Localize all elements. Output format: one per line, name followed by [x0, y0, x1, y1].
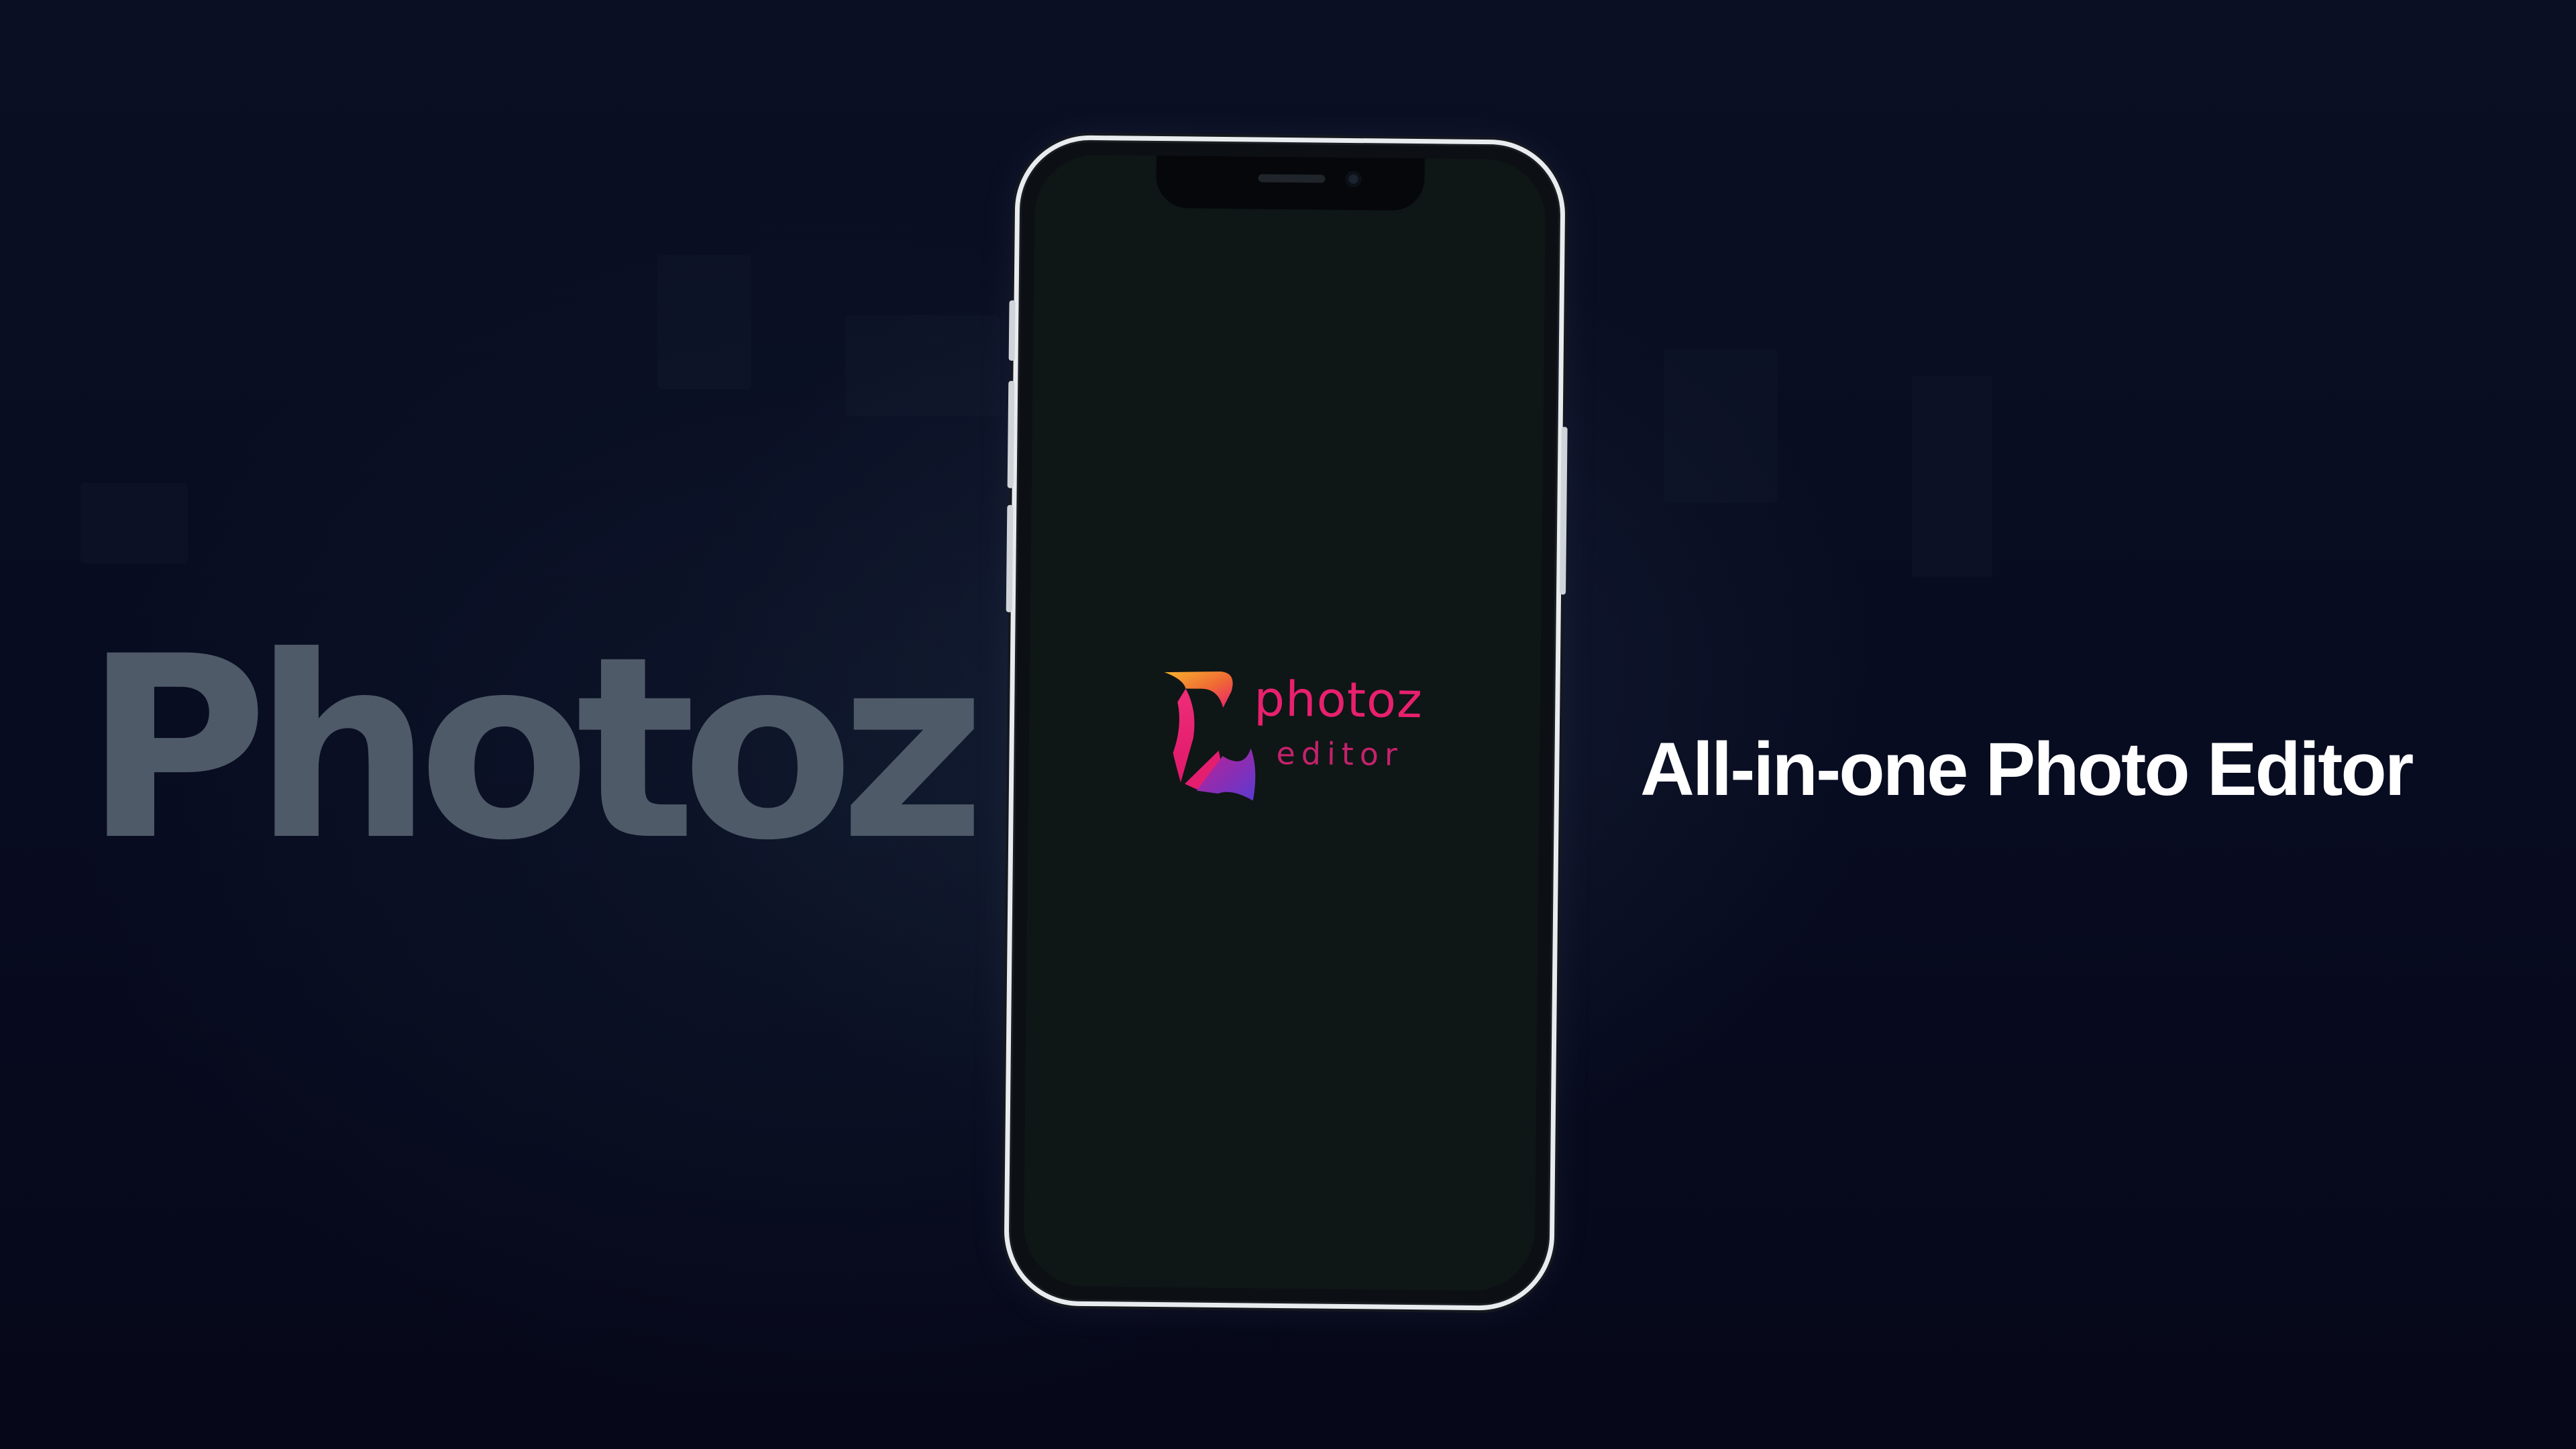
- phone-volume-down-button: [1006, 504, 1014, 612]
- brand-wordmark: Photoz: [84, 603, 986, 896]
- logo-subtitle: editor: [1276, 735, 1404, 773]
- speaker-grille: [1258, 174, 1326, 183]
- background-shape: [657, 255, 751, 389]
- background-shape: [1912, 376, 1992, 577]
- phone-notch: [1156, 155, 1425, 211]
- promo-stage: Photoz photoz editor All-in-one Photo Ed…: [0, 0, 2576, 1449]
- app-logo: photoz editor: [1158, 668, 1441, 818]
- logo-wordmark: photoz: [1253, 670, 1424, 729]
- background-shape: [80, 483, 188, 564]
- phone-power-button: [1560, 427, 1568, 595]
- phone-side-button: [1008, 300, 1016, 361]
- background-shape: [1664, 349, 1778, 503]
- background-shape: [845, 315, 1000, 416]
- phone-volume-up-button: [1007, 380, 1015, 488]
- phone-mockup: photoz editor: [1003, 134, 1568, 1311]
- front-camera-icon: [1345, 170, 1362, 188]
- tagline-text: All-in-one Photo Editor: [1640, 727, 2414, 811]
- phone-screen: photoz editor: [1023, 154, 1546, 1291]
